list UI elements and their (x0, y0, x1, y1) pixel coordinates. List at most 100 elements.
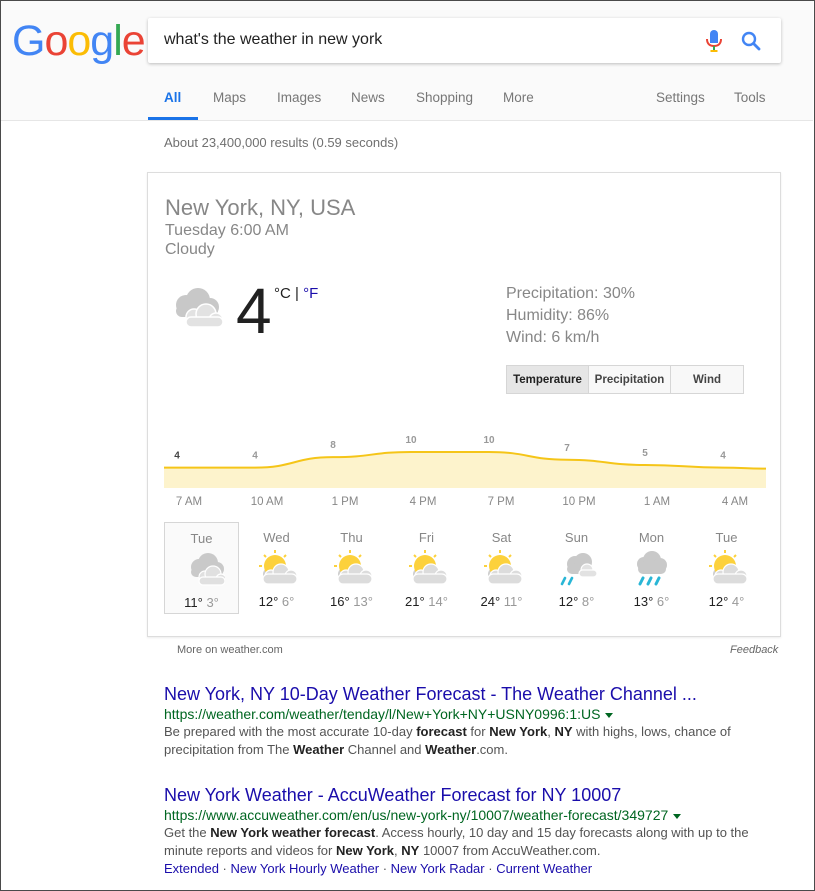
sitelink[interactable]: New York Hourly Weather (231, 861, 380, 876)
chart-toggle-group: Temperature Precipitation Wind (506, 365, 744, 394)
hourly-temperature-label: 4 (252, 451, 258, 462)
day-name: Fri (418, 530, 435, 545)
tab-images[interactable]: Images (277, 90, 321, 105)
humidity-value: Humidity: 86% (506, 307, 610, 324)
tab-tools[interactable]: Tools (734, 90, 766, 105)
hour-label: 10 PM (562, 496, 596, 508)
search-icon[interactable] (740, 30, 762, 52)
day-temperatures: 13° 6° (614, 594, 689, 609)
logo-letter: e (121, 17, 146, 65)
weather-details: Precipitation: 30% Humidity: 86% Wind: 6… (506, 283, 635, 349)
hour-label: 4 AM (721, 496, 749, 508)
hour-label: 10 AM (250, 496, 284, 508)
search-box (148, 18, 781, 63)
search-input[interactable] (164, 29, 684, 51)
logo-letter: l (113, 17, 123, 65)
day-temperatures: 12° 4° (689, 594, 764, 609)
unit-switch: °C | °F (274, 285, 318, 302)
low-temperature: 6° (656, 594, 670, 609)
sitelink[interactable]: Current Weather (496, 861, 592, 876)
hourly-temperature-label: 4 (720, 451, 726, 462)
day-temperatures: 12° 8° (539, 594, 614, 609)
logo-letter: G (12, 17, 45, 65)
daily-forecast-item[interactable]: Sat 24° 11° (464, 522, 539, 614)
microphone-icon[interactable] (704, 29, 724, 53)
tab-all[interactable]: All (164, 90, 181, 105)
cloudy-icon (191, 553, 225, 586)
unit-separator: | (290, 285, 304, 302)
high-temperature: 13° (633, 594, 657, 609)
hour-label: 7 PM (487, 496, 515, 508)
day-name: Wed (263, 530, 290, 545)
sitelinks: Extended · New York Hourly Weather · New… (164, 860, 784, 878)
hour-label: 4 PM (409, 496, 437, 508)
sitelink-separator: · (218, 861, 231, 876)
precipitation-value: Precipitation: 30% (506, 285, 635, 302)
dropdown-caret-icon[interactable] (673, 813, 682, 819)
partly-sunny-icon (484, 550, 523, 585)
daily-forecast-item[interactable]: Tue 11° 3° (164, 522, 239, 614)
result-url-text: https://weather.com/weather/tenday/l/New… (164, 706, 601, 722)
wind-value: Wind: 6 km/h (506, 329, 600, 346)
tab-news[interactable]: News (351, 90, 385, 105)
partly-sunny-icon (259, 550, 298, 585)
result-snippet: Be prepared with the most accurate 10-da… (164, 724, 731, 757)
rain-icon (637, 551, 667, 586)
low-temperature: 6° (281, 594, 295, 609)
day-temperatures: 16° 13° (314, 594, 389, 609)
logo-letter: g (90, 17, 114, 65)
result-title[interactable]: New York Weather - AccuWeather Forecast … (164, 784, 784, 806)
logo-letter: o (44, 17, 68, 65)
precipitation-toggle[interactable]: Precipitation (589, 366, 671, 393)
hourly-temperature-label: 10 (405, 435, 417, 446)
header: Google All Maps Images News Shopping Mor… (1, 1, 813, 121)
hour-label: 1 PM (331, 496, 359, 508)
result-url: https://weather.com/weather/tenday/l/New… (164, 705, 784, 723)
partly-sunny-icon (709, 550, 748, 585)
high-temperature: 12° (708, 594, 732, 609)
hour-label: 1 AM (643, 496, 671, 508)
daily-forecast-item[interactable]: Wed 12° 6° (239, 522, 314, 614)
celsius-toggle[interactable]: °C (274, 285, 291, 302)
day-temperatures: 21° 14° (389, 594, 464, 609)
day-temperatures: 12° 6° (239, 594, 314, 609)
logo-letter: o (67, 17, 91, 65)
low-temperature: 11° (503, 594, 523, 609)
weather-time: Tuesday 6:00 AM (165, 222, 289, 239)
result-title[interactable]: New York, NY 10-Day Weather Forecast - T… (164, 683, 784, 705)
tab-maps[interactable]: Maps (213, 90, 246, 105)
sitelink[interactable]: New York Radar (391, 861, 485, 876)
daily-forecast-item[interactable]: Fri 21° 14° (389, 522, 464, 614)
hour-label: 7 AM (175, 496, 203, 508)
more-on-weather-link[interactable]: More on weather.com (177, 644, 283, 656)
day-name: Tue (715, 530, 738, 545)
high-temperature: 12° (558, 594, 582, 609)
light-rain-icon (560, 553, 598, 586)
active-tab-indicator (148, 117, 198, 120)
hourly-temperature-label: 10 (483, 435, 495, 446)
temperature-toggle[interactable]: Temperature (507, 366, 589, 393)
low-temperature: 8° (581, 594, 595, 609)
day-temperatures: 11° 3° (165, 595, 238, 610)
weather-card: New York, NY, USA Tuesday 6:00 AM Cloudy… (147, 172, 781, 637)
daily-forecast-item[interactable]: Mon 13° 6° (614, 522, 689, 614)
sitelink-separator: · (484, 861, 497, 876)
wind-toggle[interactable]: Wind (671, 366, 743, 393)
search-tabs: All Maps Images News Shopping More Setti… (1, 79, 813, 121)
daily-forecast-item[interactable]: Thu 16° 13° (314, 522, 389, 614)
tab-more[interactable]: More (503, 90, 534, 105)
tab-shopping[interactable]: Shopping (416, 90, 473, 105)
day-name: Sat (491, 530, 512, 545)
daily-forecast-item[interactable]: Tue 12° 4° (689, 522, 764, 614)
day-temperatures: 24° 11° (464, 594, 539, 609)
tab-settings[interactable]: Settings (656, 90, 705, 105)
dropdown-caret-icon[interactable] (605, 712, 614, 718)
feedback-link[interactable]: Feedback (730, 644, 778, 656)
google-logo[interactable]: Google (12, 17, 146, 66)
high-temperature: 24° (480, 594, 504, 609)
partly-sunny-icon (334, 550, 373, 585)
low-temperature: 4° (731, 594, 745, 609)
daily-forecast-item[interactable]: Sun 12° 8° (539, 522, 614, 614)
fahrenheit-toggle[interactable]: °F (303, 285, 318, 302)
sitelink[interactable]: Extended (164, 861, 219, 876)
